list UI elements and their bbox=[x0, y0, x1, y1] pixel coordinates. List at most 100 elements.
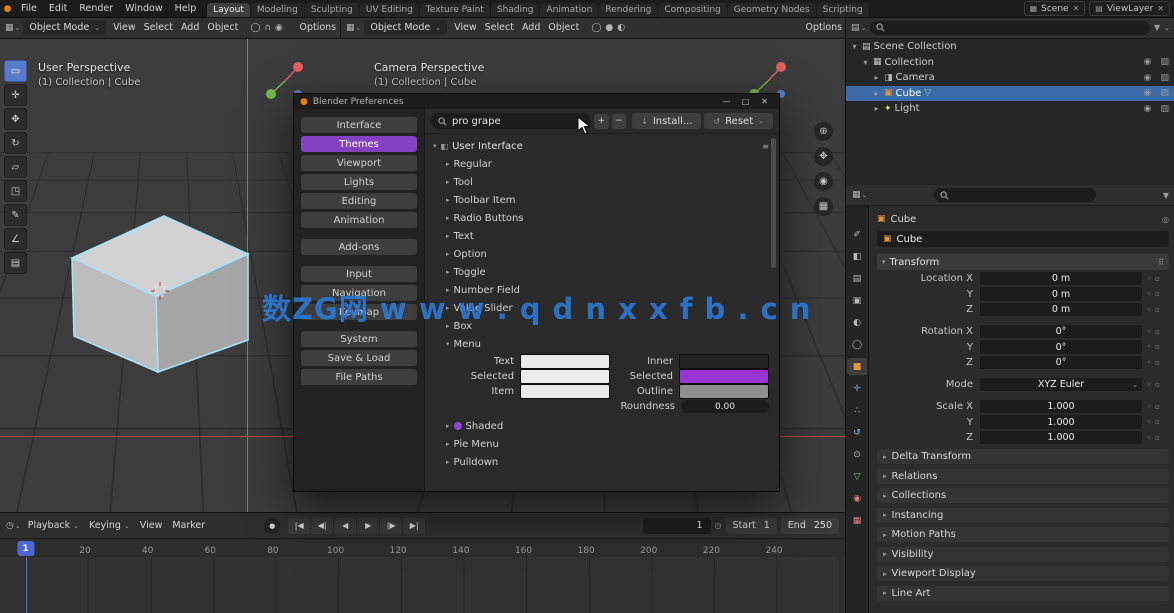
close-button[interactable]: ✕ bbox=[756, 97, 773, 106]
prev-keyframe-button[interactable]: ◀| bbox=[311, 518, 333, 534]
workspace-tab-uv-editing[interactable]: UV Editing bbox=[360, 3, 419, 17]
tree-item-toggle[interactable]: ▸Toggle bbox=[433, 263, 769, 281]
modifiers-tab[interactable]: ✛ bbox=[847, 380, 867, 397]
install-theme-button[interactable]: ↓ Install... bbox=[632, 113, 701, 129]
workspace-tab-scripting[interactable]: Scripting bbox=[817, 3, 869, 17]
panel-instancing[interactable]: ▸Instancing bbox=[877, 508, 1169, 523]
timeline-track[interactable] bbox=[0, 557, 845, 613]
jump-to-end-button[interactable]: ▶| bbox=[403, 518, 425, 534]
rotate-tool[interactable]: ↻ bbox=[4, 132, 27, 154]
start-frame-field[interactable]: Start 1 bbox=[726, 518, 777, 534]
workspace-tab-layout[interactable]: Layout bbox=[207, 3, 250, 17]
lock-icon[interactable]: ▫ bbox=[1155, 328, 1160, 336]
scrollbar[interactable] bbox=[771, 138, 776, 268]
outliner-row-camera[interactable]: ▸◨Camera◉▨ bbox=[846, 70, 1174, 86]
shading-material-icon[interactable]: ◐ bbox=[617, 23, 625, 33]
outliner-row-scene-collection[interactable]: ▾▤Scene Collection bbox=[846, 39, 1174, 55]
particles-tab[interactable]: ∴ bbox=[847, 402, 867, 419]
workspace-tab-modeling[interactable]: Modeling bbox=[251, 3, 304, 17]
z-field[interactable]: 1.000 bbox=[980, 431, 1142, 445]
preferences-tab-editing[interactable]: Editing bbox=[301, 193, 417, 209]
menu-add[interactable]: Add bbox=[518, 22, 544, 33]
jump-to-start-button[interactable]: |◀ bbox=[288, 518, 310, 534]
hide-viewport-icon[interactable]: ◉ bbox=[1144, 104, 1152, 114]
lock-icon[interactable]: ▫ bbox=[1155, 290, 1160, 298]
workspace-tab-texture-paint[interactable]: Texture Paint bbox=[420, 3, 490, 17]
y-field[interactable]: 1.000 bbox=[980, 415, 1142, 429]
tree-item-menu[interactable]: ▾ Menu bbox=[433, 335, 769, 353]
viewlayer-selector[interactable]: ▤ ViewLayer ✕ bbox=[1089, 1, 1170, 16]
add-preset-button[interactable]: + bbox=[594, 114, 609, 129]
editor-type-icon[interactable]: ▦⌄ bbox=[852, 190, 867, 200]
tree-root-row[interactable]: ▾ ◧ User Interface ≡ bbox=[433, 137, 769, 155]
preferences-tab-keymap[interactable]: Keymap bbox=[301, 304, 417, 320]
panel-motion-paths[interactable]: ▸Motion Paths bbox=[877, 527, 1169, 542]
mode-dropdown[interactable]: Object Mode⌄ bbox=[23, 20, 106, 35]
topbar-menu-file[interactable]: File bbox=[15, 3, 43, 14]
animate-icon[interactable]: ◦ bbox=[1147, 275, 1151, 283]
play-reverse-button[interactable]: ◀ bbox=[334, 518, 356, 534]
editor-type-icon[interactable]: ▤⌄ bbox=[851, 23, 866, 33]
outliner-row-cube[interactable]: ▸▣Cube▽◉▨ bbox=[846, 86, 1174, 102]
theme-search-input[interactable]: pro grape bbox=[431, 113, 591, 129]
options-dropdown[interactable]: Options⌄ bbox=[299, 22, 345, 33]
hamburger-icon[interactable]: ≡ bbox=[762, 142, 769, 151]
shading-wireframe-icon[interactable]: ◯ bbox=[591, 23, 601, 33]
menu-object[interactable]: Object bbox=[203, 22, 242, 33]
lock-icon[interactable]: ▫ bbox=[1155, 403, 1160, 411]
tree-item-radio-buttons[interactable]: ▸Radio Buttons bbox=[433, 209, 769, 227]
panel-collections[interactable]: ▸Collections bbox=[877, 488, 1169, 503]
move-tool[interactable]: ✥ bbox=[4, 108, 27, 130]
hide-viewport-icon[interactable]: ◉ bbox=[1144, 57, 1152, 67]
panel-visibility[interactable]: ▸Visibility bbox=[877, 547, 1169, 562]
color-swatch-item[interactable] bbox=[520, 384, 610, 399]
workspace-tab-animation[interactable]: Animation bbox=[540, 3, 598, 17]
lock-icon[interactable]: ▫ bbox=[1155, 343, 1160, 351]
scene-tab[interactable]: ◐ bbox=[847, 314, 867, 331]
animate-icon[interactable]: ◦ bbox=[1147, 306, 1151, 314]
pin-icon[interactable]: ◎ bbox=[1162, 215, 1169, 224]
tree-item-option[interactable]: ▸Option bbox=[433, 245, 769, 263]
current-frame-field[interactable]: 1 bbox=[643, 518, 711, 534]
timeline-ruler[interactable]: 1 20406080100120140160180200220240 bbox=[0, 539, 845, 559]
y-field[interactable]: 0 m bbox=[980, 287, 1142, 301]
panel-delta-transform[interactable]: ▸Delta Transform bbox=[877, 449, 1169, 464]
lock-icon[interactable]: ▫ bbox=[1155, 381, 1160, 389]
workspace-tab-sculpting[interactable]: Sculpting bbox=[305, 3, 359, 17]
z-field[interactable]: 0° bbox=[980, 356, 1142, 370]
animate-icon[interactable]: ◦ bbox=[1147, 343, 1151, 351]
roundness-field[interactable]: 0.00 bbox=[681, 400, 769, 413]
preferences-tab-save-load[interactable]: Save & Load bbox=[301, 350, 417, 366]
preferences-tab-file-paths[interactable]: File Paths bbox=[301, 369, 417, 385]
annotate-tool[interactable]: ✎ bbox=[4, 204, 27, 226]
editor-type-icon[interactable]: ◷⌄ bbox=[6, 521, 21, 531]
disable-render-icon[interactable]: ▨ bbox=[1160, 88, 1169, 98]
transform-tool[interactable]: ◳ bbox=[4, 180, 27, 202]
scale-x-field[interactable]: 1.000 bbox=[980, 400, 1142, 414]
workspace-tab-shading[interactable]: Shading bbox=[491, 3, 540, 17]
preferences-tab-add-ons[interactable]: Add-ons bbox=[301, 239, 417, 255]
color-swatch-outline[interactable] bbox=[679, 384, 769, 399]
timeline-menu-marker[interactable]: Marker bbox=[167, 520, 210, 531]
texture-tab[interactable]: ▦ bbox=[847, 512, 867, 529]
animate-icon[interactable]: ◦ bbox=[1147, 290, 1151, 298]
preferences-tab-input[interactable]: Input bbox=[301, 266, 417, 282]
scale-tool[interactable]: ▱ bbox=[4, 156, 27, 178]
tool-tab[interactable]: ✐ bbox=[847, 226, 867, 243]
tree-item-box[interactable]: ▸Box bbox=[433, 317, 769, 335]
blender-logo-icon[interactable]: ● bbox=[0, 4, 15, 14]
pan-hand-icon[interactable]: ✥ bbox=[814, 147, 833, 166]
properties-search-input[interactable] bbox=[934, 188, 1096, 202]
menu-object[interactable]: Object bbox=[544, 22, 583, 33]
preferences-titlebar[interactable]: ● Blender Preferences — □ ✕ bbox=[294, 94, 779, 109]
viewport-user-perspective[interactable]: User Perspective (1) Collection | Cube ▭… bbox=[0, 38, 341, 512]
timeline-menu-view[interactable]: View bbox=[135, 520, 168, 531]
expander-icon[interactable]: ▸ bbox=[872, 104, 881, 113]
tree-item-number-field[interactable]: ▸Number Field bbox=[433, 281, 769, 299]
tree-item-regular[interactable]: ▸Regular bbox=[433, 155, 769, 173]
output-tab[interactable]: ▤ bbox=[847, 270, 867, 287]
editor-type-icon[interactable]: ▦⌄ bbox=[346, 23, 361, 33]
y-field[interactable]: 0° bbox=[980, 340, 1142, 354]
expander-icon[interactable]: ▸ bbox=[872, 73, 881, 82]
lock-icon[interactable]: ▫ bbox=[1155, 306, 1160, 314]
